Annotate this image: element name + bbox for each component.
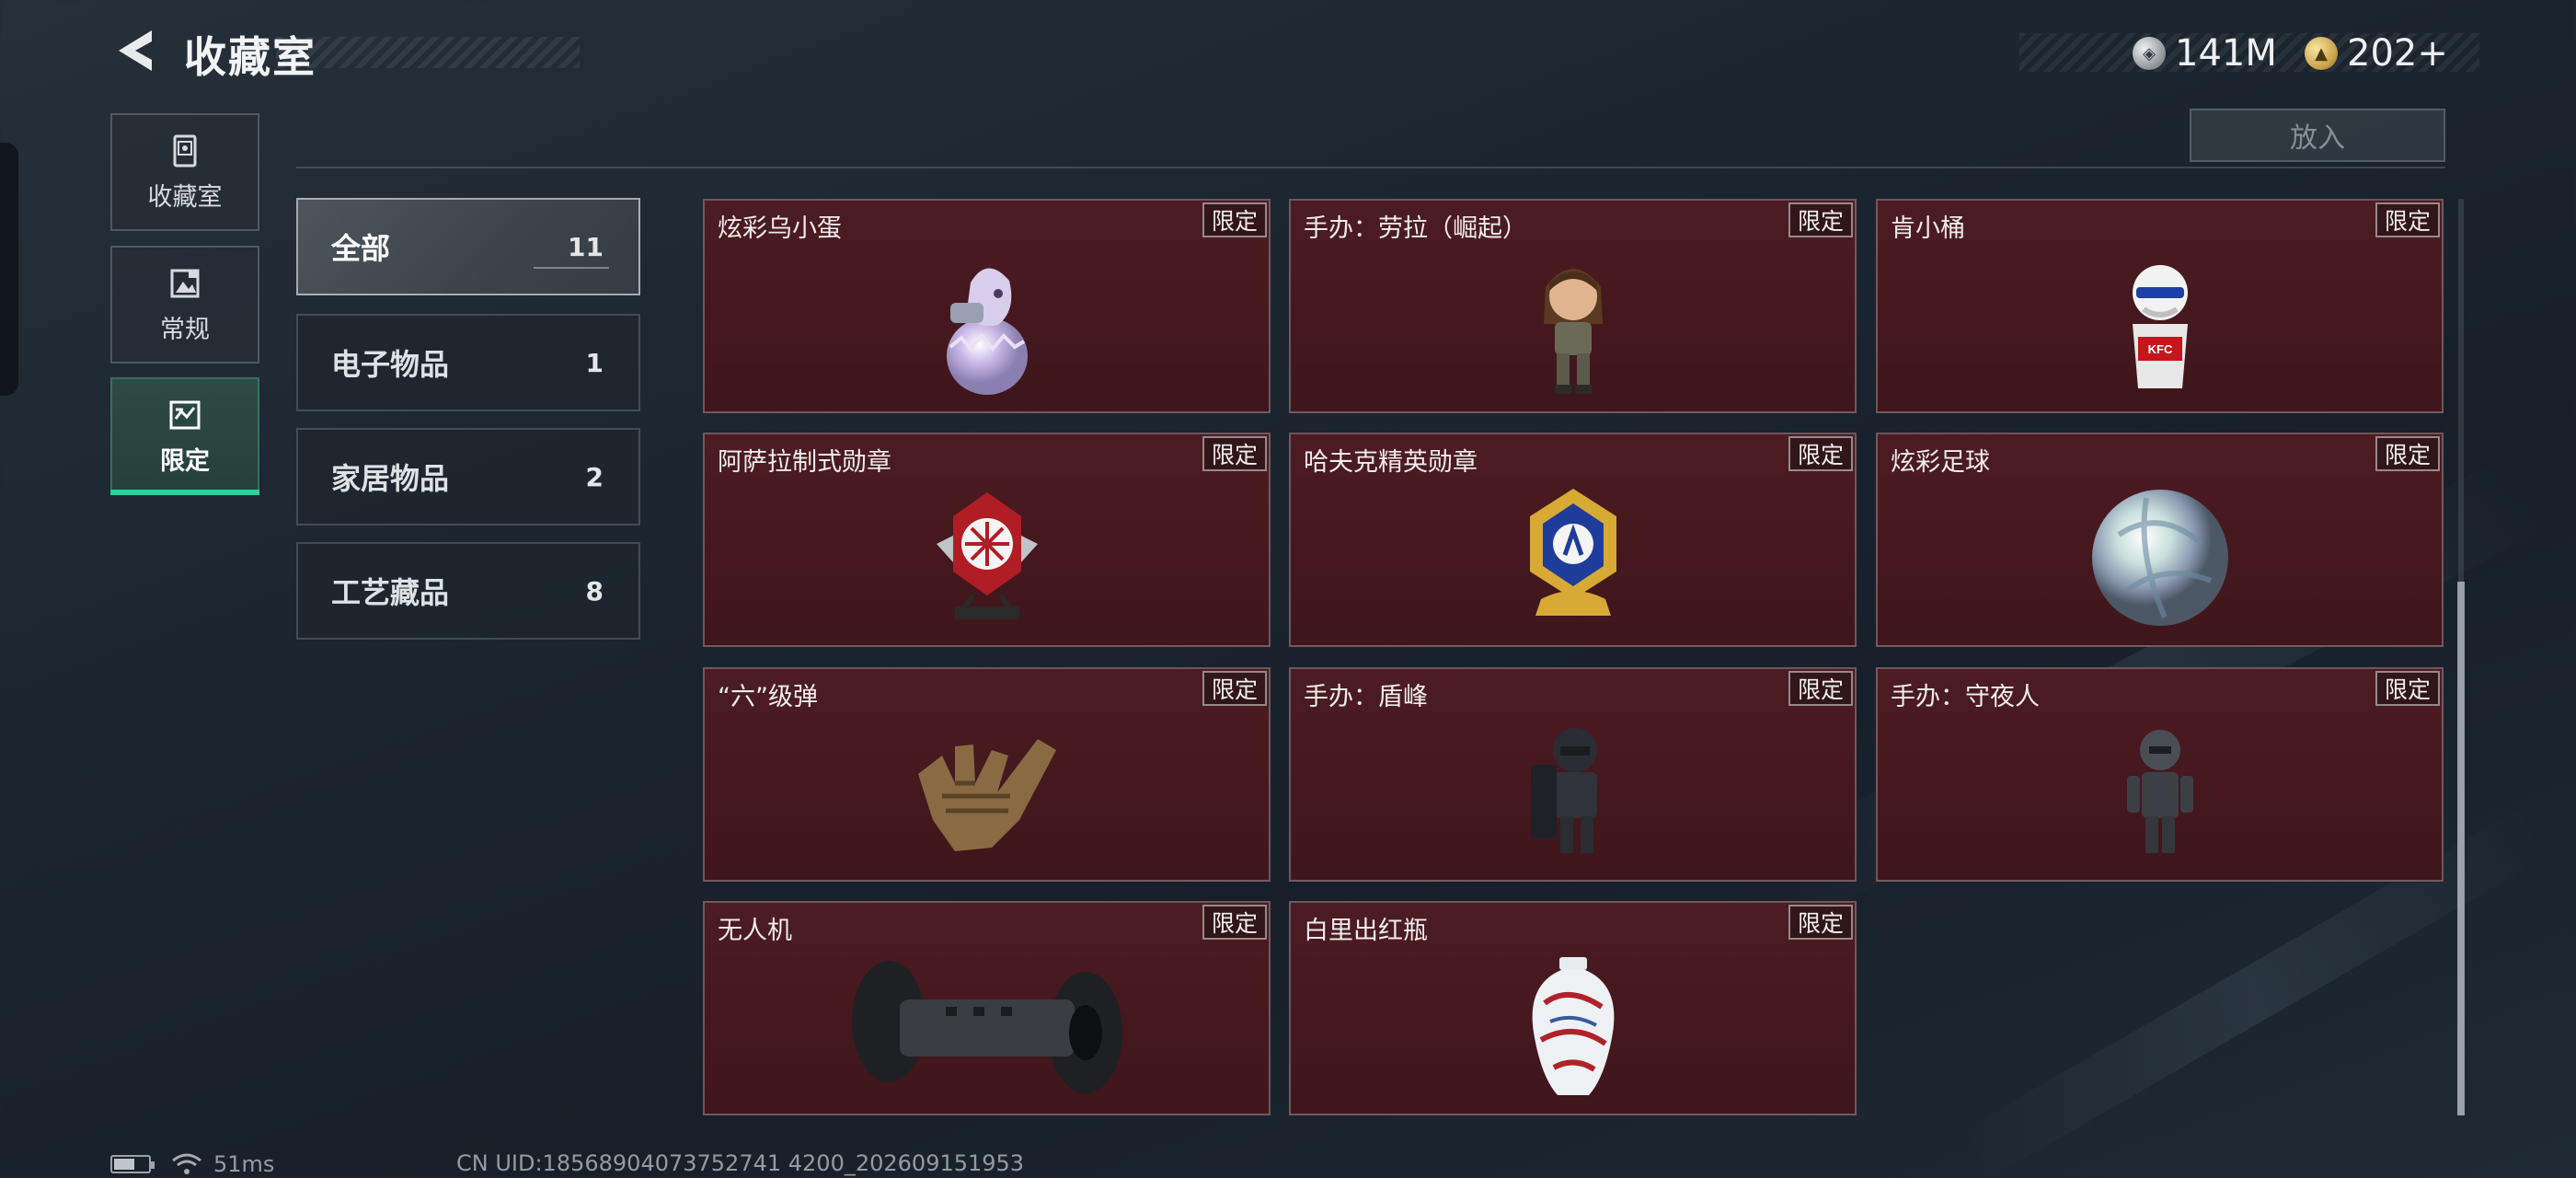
category-name: 全部 <box>331 231 391 266</box>
item-name: 肯小桶 <box>1891 214 1965 243</box>
item-card[interactable]: 炫彩乌小蛋 限定 <box>703 199 1271 413</box>
item-name: 手办：守夜人 <box>1891 683 2040 711</box>
gold-coin-icon: ▲ <box>2305 37 2338 70</box>
item-name: 炫彩乌小蛋 <box>718 214 842 243</box>
ball-icon <box>2068 475 2252 641</box>
limited-badge: 限定 <box>2375 671 2440 706</box>
wifi-icon <box>172 1153 201 1174</box>
category-all[interactable]: 全部 11 <box>296 198 640 295</box>
item-name: 炫彩足球 <box>1891 448 1990 477</box>
figure-icon <box>1481 241 1665 407</box>
latency-value: 51ms <box>213 1151 275 1177</box>
limited-badge: 限定 <box>1788 436 1853 471</box>
egg-figure-icon <box>895 241 1079 407</box>
item-name: 手办：劳拉（崛起） <box>1304 214 1527 243</box>
category-decoration <box>534 267 609 269</box>
item-name: 白里出红瓶 <box>1304 917 1428 945</box>
drone-icon <box>840 943 1134 1109</box>
category-count: 11 <box>568 231 604 262</box>
limited-badge: 限定 <box>2375 436 2440 471</box>
put-in-button[interactable]: 放入 <box>2190 109 2445 162</box>
medal-icon <box>895 475 1079 641</box>
silver-currency[interactable]: ◈ 141M <box>2133 28 2277 79</box>
trophy-case-icon <box>173 134 197 167</box>
item-card[interactable]: 白里出红瓶 限定 <box>1289 901 1857 1115</box>
category-crafts[interactable]: 工艺藏品 8 <box>296 542 640 640</box>
category-count: 8 <box>585 575 604 606</box>
sort-label <box>300 103 401 123</box>
item-card[interactable]: 肯小桶 限定 KFC <box>1876 199 2444 413</box>
category-name: 工艺藏品 <box>331 575 450 610</box>
soldier-figure-icon <box>2068 710 2252 875</box>
item-name: 无人机 <box>718 917 792 945</box>
title-decoration <box>276 37 580 68</box>
collection-room-screen: { "header": { "title": "收藏室", "currencie… <box>0 0 2576 1178</box>
limited-badge: 限定 <box>1202 436 1267 471</box>
silver-coin-icon: ◈ <box>2133 37 2166 70</box>
category-name: 家居物品 <box>331 461 450 496</box>
status-bar: 51ms CN UID:18568904073752741 4200_20260… <box>110 1150 1024 1178</box>
battery-fill <box>114 1159 134 1170</box>
shield-figure-icon <box>1481 710 1665 875</box>
limited-card-icon <box>169 400 201 429</box>
nav-label: 限定 <box>160 446 210 476</box>
gold-medal-icon <box>1481 475 1665 641</box>
nav-item-limited[interactable]: 限定 <box>110 377 259 495</box>
back-button[interactable] <box>109 24 162 77</box>
item-name: 哈夫克精英勋章 <box>1304 448 1478 477</box>
hand-sign-icon <box>895 710 1079 875</box>
svg-text:KFC: KFC <box>2147 342 2172 356</box>
nav-item-collection[interactable]: 收藏室 <box>110 113 259 231</box>
limited-badge: 限定 <box>2375 202 2440 237</box>
item-card[interactable]: 阿萨拉制式勋章 限定 <box>703 433 1271 647</box>
limited-badge: 限定 <box>1788 671 1853 706</box>
limited-badge: 限定 <box>1788 202 1853 237</box>
battery-icon <box>110 1155 155 1173</box>
limited-badge: 限定 <box>1202 202 1267 237</box>
nav-active-indicator <box>110 490 259 495</box>
nav-item-regular[interactable]: 常规 <box>110 246 259 364</box>
limited-badge: 限定 <box>1788 905 1853 940</box>
top-bar: 收藏室 ◈ 141M ▲ 202+ <box>0 0 2576 101</box>
item-name: 手办：盾峰 <box>1304 683 1428 711</box>
uid-text: CN UID:18568904073752741 4200_2026091519… <box>456 1150 1025 1176</box>
item-card[interactable]: 手办：劳拉（崛起） 限定 <box>1289 199 1857 413</box>
limited-badge: 限定 <box>1202 671 1267 706</box>
vase-icon <box>1481 943 1665 1109</box>
content-divider <box>296 167 2445 168</box>
item-card[interactable]: 手办：盾峰 限定 <box>1289 667 1857 882</box>
item-name: “六”级弹 <box>718 683 818 711</box>
category-electronics[interactable]: 电子物品 1 <box>296 314 640 411</box>
item-card[interactable]: 哈夫克精英勋章 限定 <box>1289 433 1857 647</box>
limited-badge: 限定 <box>1202 905 1267 940</box>
gold-currency[interactable]: ▲ 202+ <box>2305 28 2448 79</box>
side-handle <box>0 143 18 396</box>
item-card[interactable]: 无人机 限定 <box>703 901 1271 1115</box>
item-card[interactable]: “六”级弹 限定 <box>703 667 1271 882</box>
category-count: 2 <box>585 461 604 492</box>
gallery-icon <box>170 269 200 297</box>
back-arrow-icon <box>119 30 152 71</box>
category-home[interactable]: 家居物品 2 <box>296 428 640 525</box>
scrollbar-thumb[interactable] <box>2457 582 2465 1115</box>
nav-label: 收藏室 <box>147 182 223 212</box>
silver-amount: 141M <box>2175 32 2277 75</box>
nav-label: 常规 <box>160 315 210 344</box>
gold-amount: 202+ <box>2347 32 2448 75</box>
item-name: 阿萨拉制式勋章 <box>718 448 891 477</box>
bucket-figure-icon: KFC <box>2068 241 2252 407</box>
category-count: 1 <box>585 347 604 378</box>
item-card[interactable]: 炫彩足球 限定 <box>1876 433 2444 647</box>
item-card[interactable]: 手办：守夜人 限定 <box>1876 667 2444 882</box>
page-title: 收藏室 <box>184 32 316 82</box>
category-name: 电子物品 <box>331 347 450 382</box>
